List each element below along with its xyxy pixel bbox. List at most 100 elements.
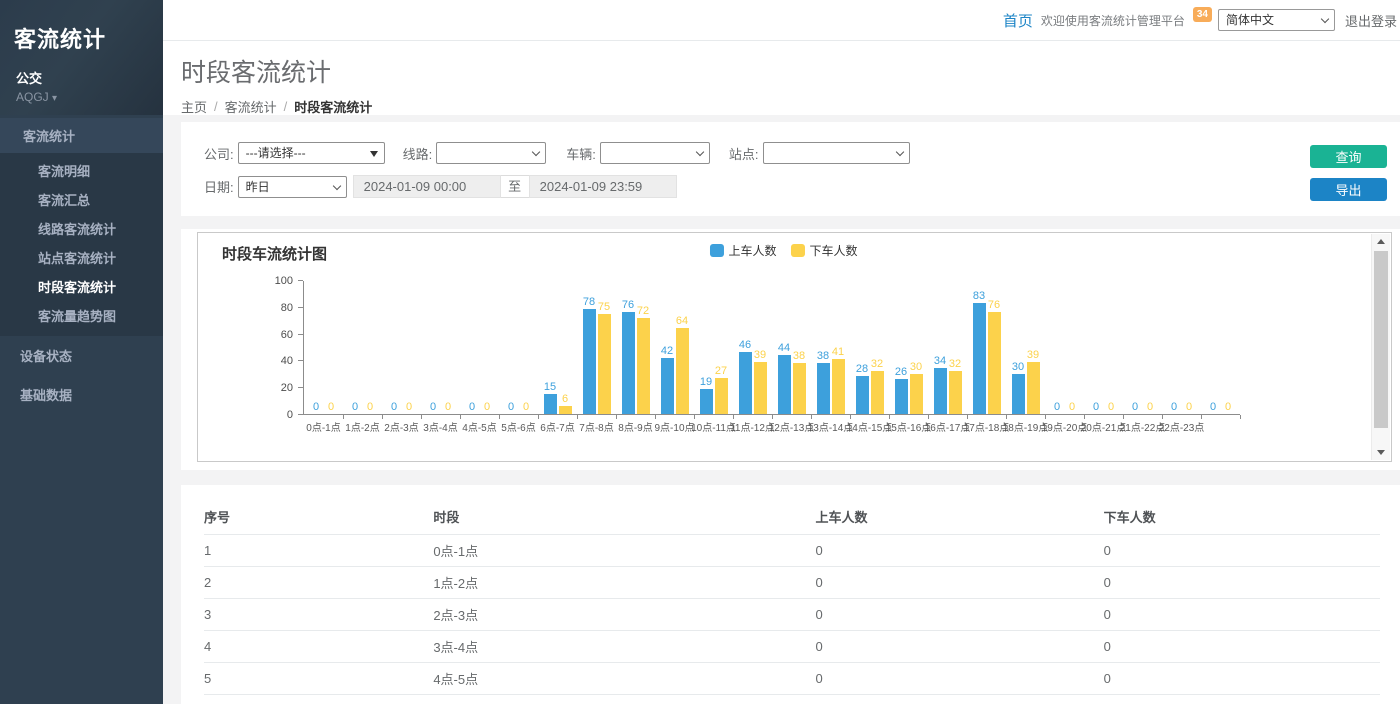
table-cell: 0 [816, 535, 1104, 567]
logout-link[interactable]: 退出登录 [1345, 11, 1397, 30]
filter-panel: 公司: ---请选择--- 线路: 车辆: 站点: [181, 122, 1400, 216]
chart-category: 001点-2点 [343, 281, 382, 414]
bar-boarding [973, 303, 986, 414]
bar-alighting [754, 362, 767, 414]
bar-alighting [676, 328, 689, 414]
chart-header: 时段车流统计图 上车人数 下车人数 [198, 233, 1369, 263]
sidebar-item-device-status[interactable]: 设备状态 [0, 336, 163, 375]
account-dropdown[interactable]: AQGJ ▾ [16, 90, 163, 104]
bar-group-boarding: 0 [505, 401, 518, 414]
x-axis-label: 3点-4点 [423, 419, 457, 434]
bar-group-alighting: 39 [1027, 349, 1040, 414]
sidebar-item-passenger-stats[interactable]: 客流统计 [0, 118, 163, 153]
table-cell: 0 [816, 567, 1104, 599]
bar-group-boarding: 0 [427, 401, 440, 414]
column-header-alighting: 下车人数 [1104, 500, 1380, 535]
company-select[interactable]: ---请选择--- [238, 142, 385, 164]
app-title: 客流统计 [14, 22, 163, 54]
filter-buttons: 查询 导出 [1310, 145, 1387, 201]
sidebar-item-base-data[interactable]: 基础数据 [0, 375, 163, 414]
bar-group-alighting: 76 [988, 299, 1001, 414]
bar-group-boarding: 0 [1051, 401, 1064, 414]
chart-category: 0022点-23点 [1162, 281, 1201, 414]
sidebar-item-station-stats[interactable]: 站点客流统计 [0, 243, 163, 272]
legend-item-alighting[interactable]: 下车人数 [791, 242, 858, 259]
bar-boarding [622, 312, 635, 414]
filter-row-1: 公司: ---请选择--- 线路: 车辆: 站点: [204, 142, 1385, 164]
bar-value-label: 0 [1054, 401, 1060, 413]
bar-value-label: 32 [871, 358, 883, 370]
bar-value-label: 0 [1069, 401, 1075, 413]
bar-group-boarding: 28 [856, 363, 869, 414]
bar-group-alighting: 64 [676, 315, 689, 414]
bar-alighting [715, 378, 728, 414]
sidebar-item-passenger-summary[interactable]: 客流汇总 [0, 185, 163, 214]
date-preset-select[interactable]: 昨日 [238, 176, 347, 198]
scrollbar-thumb[interactable] [1374, 251, 1388, 428]
bar-group-alighting: 0 [1183, 401, 1196, 414]
chevron-down-icon [696, 148, 704, 156]
x-axis-label: 4点-5点 [462, 419, 496, 434]
scroll-down-arrow-icon[interactable] [1372, 445, 1391, 460]
bar-boarding [661, 358, 674, 414]
bar-alighting [949, 371, 962, 414]
table-cell: 0 [1104, 695, 1380, 704]
legend-label-boarding: 上车人数 [728, 242, 776, 259]
chart-category: 0019点-20点 [1045, 281, 1084, 414]
sidebar-item-period-stats[interactable]: 时段客流统计 [0, 272, 163, 301]
legend-item-boarding[interactable]: 上车人数 [709, 242, 776, 259]
bar-group-alighting: 75 [598, 301, 611, 415]
chart-vertical-scrollbar[interactable] [1371, 234, 1390, 460]
vehicle-select[interactable] [600, 142, 710, 164]
bar-group-boarding: 83 [973, 290, 986, 414]
bar-value-label: 75 [598, 301, 610, 313]
bar-value-label: 42 [661, 345, 673, 357]
bar-value-label: 72 [637, 305, 649, 317]
bar-value-label: 0 [469, 401, 475, 413]
date-preset-value: 昨日 [246, 180, 270, 194]
column-header-boarding: 上车人数 [816, 500, 1104, 535]
bar-value-label: 76 [988, 299, 1000, 311]
station-select[interactable] [763, 142, 910, 164]
line-select[interactable] [436, 142, 546, 164]
page-title: 时段客流统计 [181, 53, 1400, 89]
bar-group-alighting: 0 [1222, 401, 1235, 414]
breadcrumb-home[interactable]: 主页 [181, 97, 207, 116]
query-button[interactable]: 查询 [1310, 145, 1387, 168]
bar-group-alighting: 0 [1066, 401, 1079, 414]
export-button[interactable]: 导出 [1310, 178, 1387, 201]
table-cell: 3 [204, 599, 433, 631]
bar-value-label: 46 [739, 339, 751, 351]
sidebar-item-passenger-detail[interactable]: 客流明细 [0, 156, 163, 185]
date-end-input[interactable]: 2024-01-09 23:59 [529, 175, 677, 198]
sidebar-item-line-stats[interactable]: 线路客流统计 [0, 214, 163, 243]
bar-group-boarding: 44 [778, 342, 791, 414]
home-link[interactable]: 首页 [1003, 10, 1033, 31]
chart-category: 78757点-8点 [577, 281, 616, 414]
legend-swatch-boarding [709, 244, 723, 257]
bar-value-label: 39 [754, 349, 766, 361]
table-header-row: 序号 时段 上车人数 下车人数 [204, 500, 1380, 535]
org-name: 公交 [16, 68, 163, 87]
breadcrumb-passenger-stats[interactable]: 客流统计 [225, 97, 277, 116]
breadcrumb: 主页 / 客流统计 / 时段客流统计 [181, 97, 1400, 116]
table-cell: 0 [816, 599, 1104, 631]
language-select[interactable]: 简体中文 [1218, 9, 1335, 31]
notification-badge: 34 [1193, 7, 1212, 22]
table-cell: 0 [1104, 631, 1380, 663]
line-label: 线路: [403, 144, 433, 163]
bar-group-boarding: 19 [700, 376, 713, 414]
sidebar-item-trend-chart[interactable]: 客流量趋势图 [0, 301, 163, 330]
bar-value-label: 0 [406, 401, 412, 413]
bar-group-boarding: 0 [388, 401, 401, 414]
bar-group-alighting: 41 [832, 346, 845, 414]
chart-category: 443812点-13点 [772, 281, 811, 414]
bar-group-boarding: 0 [466, 401, 479, 414]
breadcrumb-separator: / [284, 99, 288, 114]
bar-group-boarding: 0 [310, 401, 323, 414]
scroll-up-arrow-icon[interactable] [1372, 234, 1391, 249]
welcome-text: 欢迎使用客流统计管理平台 [1041, 12, 1185, 29]
y-axis-tick-label: 40 [281, 355, 293, 367]
date-start-input[interactable]: 2024-01-09 00:00 [353, 175, 501, 198]
chart-legend: 上车人数 下车人数 [709, 242, 857, 259]
